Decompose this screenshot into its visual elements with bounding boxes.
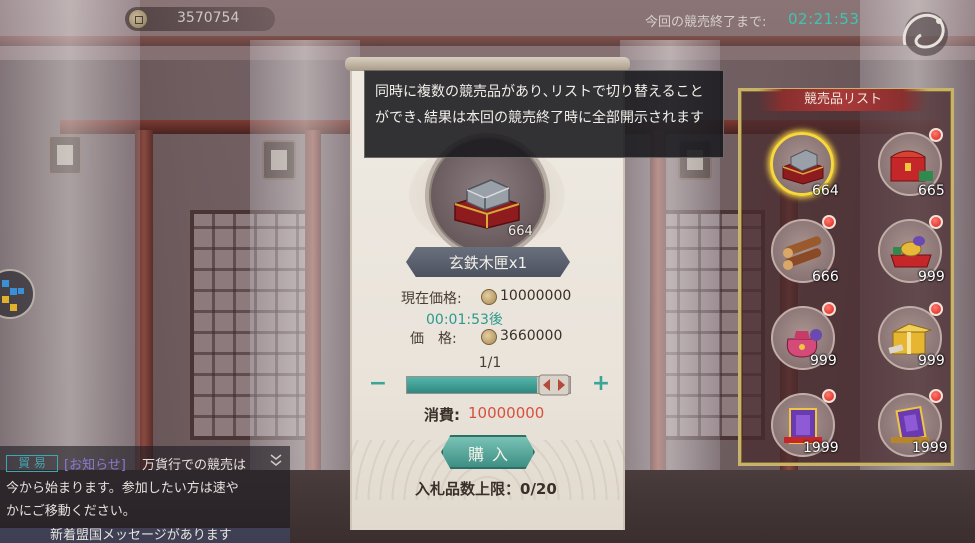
auction-end-time: 02:21:53: [788, 10, 860, 28]
buy-button-label[interactable]: 購入: [441, 441, 535, 465]
price-value: 3660000: [500, 328, 563, 344]
item-list-title: 競売品リスト: [758, 89, 928, 111]
bid-countdown: 00:01:53後: [426, 312, 503, 328]
chat-channel-name: [お知らせ]: [64, 458, 126, 473]
currency-amount: 3570754: [177, 10, 240, 26]
gold-ingot-cart-icon: [890, 236, 932, 268]
page-indicator: 1/1: [478, 355, 502, 371]
scroll-rod: [345, 57, 630, 71]
item-slot-quantity: 999: [918, 353, 945, 369]
side-menu-icon[interactable]: [0, 264, 36, 328]
item-slot-quantity: 665: [918, 183, 945, 199]
auction-end-label: 今回の競売終了まで:: [645, 15, 767, 30]
chat-message: かにご移動ください。: [6, 504, 136, 519]
notification-badge: [929, 128, 943, 142]
item-slot-quantity: 666: [812, 269, 839, 285]
item-quantity: 664: [508, 224, 533, 239]
copper-coin-icon: [128, 9, 148, 29]
chat-message: 万貨行での競売は: [142, 458, 247, 473]
current-price-value: 10000000: [500, 288, 572, 304]
info-tooltip: 同時に複数の競売品があり､リストで切り替えることができ､結果は本回の競売終了時に…: [364, 70, 724, 158]
treasure-chest-icon: [890, 150, 933, 182]
notification-badge: [822, 215, 836, 229]
notification-badge: [822, 389, 836, 403]
copper-coin-icon: [481, 329, 497, 345]
notification-badge: [929, 215, 943, 229]
notification-badge: [929, 389, 943, 403]
item-slot-quantity: 1999: [803, 440, 839, 456]
slider-handle-icon[interactable]: [538, 374, 570, 396]
item-slot-quantity: 1999: [912, 440, 948, 456]
bid-limit: 入札品数上限：0/20: [415, 480, 557, 498]
chat-message: 今から始まります。参加したい方は速や: [6, 481, 239, 496]
current-price-label: 現在価格:: [401, 291, 462, 307]
auction-end-timer: 今回の競売終了まで: 02:21:53: [640, 9, 872, 31]
decrease-button[interactable]: −: [367, 373, 389, 396]
notification-badge: [822, 302, 836, 316]
copper-coin-icon: [481, 289, 497, 305]
notification-badge: [929, 302, 943, 316]
item-name: 玄鉄木匣x1: [448, 254, 528, 272]
cost-label: 消費:: [424, 406, 460, 424]
item-slot-quantity: 999: [810, 353, 837, 369]
increase-button[interactable]: +: [590, 373, 612, 396]
iron-box-icon: [782, 149, 824, 185]
iron-box-icon: [454, 179, 520, 229]
currency-display: 3570754: [125, 7, 275, 31]
chevron-down-icon[interactable]: [269, 452, 283, 468]
cost-value: 10000000: [468, 404, 545, 422]
tooltip-text: 同時に複数の競売品があり､リストで切り替えることができ､結果は本回の競売終了時に…: [375, 84, 704, 126]
item-slot-quantity: 999: [918, 269, 945, 285]
alliance-message[interactable]: 新着盟国メッセージがあります: [50, 528, 232, 543]
emblem-icon[interactable]: [895, 5, 957, 63]
price-label: 価 格:: [410, 331, 457, 347]
quantity-slider-fill: [407, 377, 537, 393]
chat-channel-tag: 貿 易: [6, 455, 58, 472]
item-slot-quantity: 664: [812, 183, 839, 199]
